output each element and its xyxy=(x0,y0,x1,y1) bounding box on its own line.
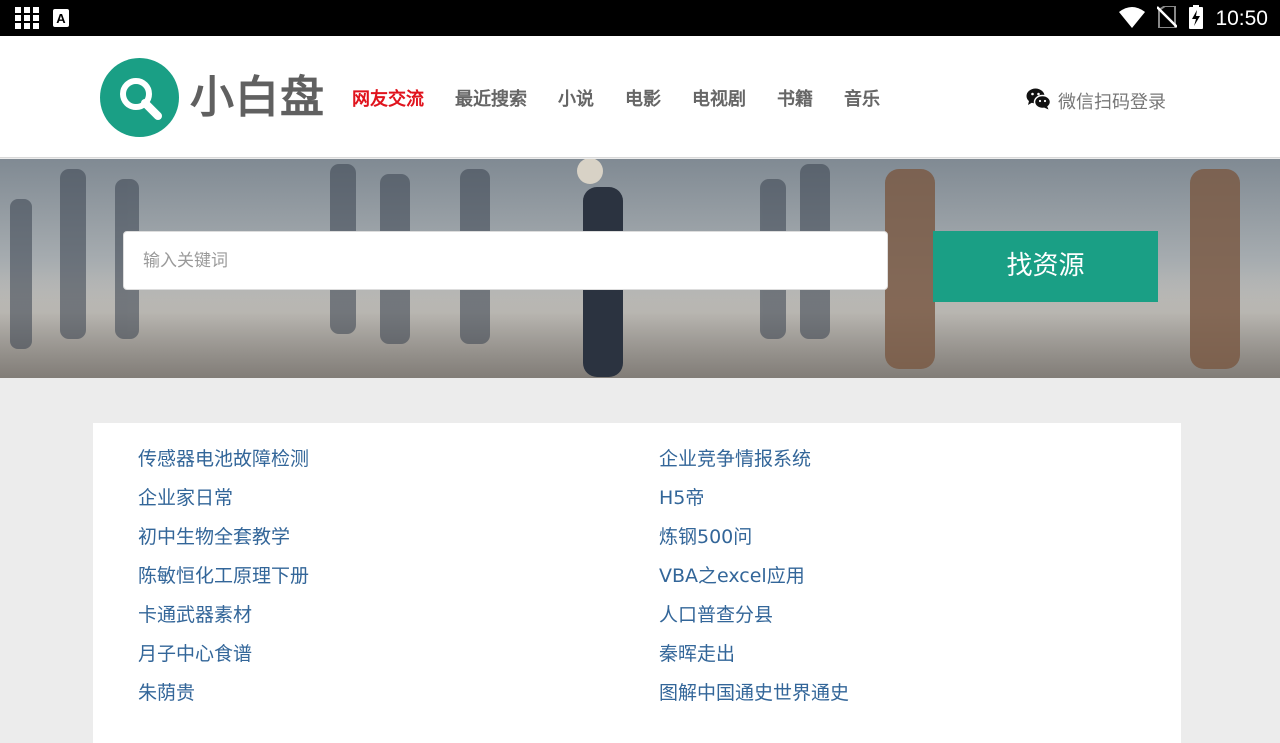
wifi-icon xyxy=(1119,6,1146,32)
logo-text[interactable]: 小白盘 xyxy=(190,72,325,124)
a-box-icon: A xyxy=(53,9,69,31)
nav-item-tv-series[interactable]: 电视剧 xyxy=(692,88,746,112)
nav-item-novels[interactable]: 小说 xyxy=(558,88,594,112)
clock: 10:50 xyxy=(1215,7,1268,30)
list-item[interactable]: 卡通武器素材 xyxy=(138,603,309,642)
keyword-column-left: 传感器电池故障检测 企业家日常 初中生物全套教学 陈敏恒化工原理下册 卡通武器素… xyxy=(138,447,309,720)
wechat-icon xyxy=(1026,88,1052,117)
logo[interactable] xyxy=(100,58,179,137)
main-nav: 网友交流 最近搜索 小说 电影 电视剧 书籍 音乐 xyxy=(352,88,911,112)
list-item[interactable]: 炼钢500问 xyxy=(659,525,849,564)
no-sim-icon xyxy=(1156,5,1179,32)
hero-banner: 找资源 xyxy=(0,159,1280,378)
search-input[interactable] xyxy=(123,231,888,290)
list-item[interactable]: 初中生物全套教学 xyxy=(138,525,309,564)
list-item[interactable]: 企业家日常 xyxy=(138,486,309,525)
list-item[interactable]: 陈敏恒化工原理下册 xyxy=(138,564,309,603)
list-item[interactable]: 传感器电池故障检测 xyxy=(138,447,309,486)
search-button[interactable]: 找资源 xyxy=(933,231,1158,302)
list-item[interactable]: 企业竞争情报系统 xyxy=(659,447,849,486)
list-item[interactable]: 朱荫贵 xyxy=(138,681,309,720)
apps-grid-icon xyxy=(15,7,39,33)
nav-item-recent-searches[interactable]: 最近搜索 xyxy=(455,88,527,112)
nav-item-forum[interactable]: 网友交流 xyxy=(352,88,424,112)
list-item[interactable]: 人口普查分县 xyxy=(659,603,849,642)
list-item[interactable]: 秦晖走出 xyxy=(659,642,849,681)
list-item[interactable]: H5帝 xyxy=(659,486,849,525)
keyword-list-card: 传感器电池故障检测 企业家日常 初中生物全套教学 陈敏恒化工原理下册 卡通武器素… xyxy=(93,423,1181,743)
keyword-column-right: 企业竞争情报系统 H5帝 炼钢500问 VBA之excel应用 人口普查分县 秦… xyxy=(659,447,849,720)
nav-item-movies[interactable]: 电影 xyxy=(625,88,661,112)
wechat-login-link[interactable]: 微信扫码登录 xyxy=(1026,88,1166,117)
list-item[interactable]: 图解中国通史世界通史 xyxy=(659,681,849,720)
svg-text:A: A xyxy=(56,11,66,26)
battery-charging-icon xyxy=(1189,5,1204,33)
nav-item-music[interactable]: 音乐 xyxy=(844,88,880,112)
wechat-login-label: 微信扫码登录 xyxy=(1058,91,1166,113)
status-bar: A 10:50 xyxy=(0,0,1280,36)
nav-item-books[interactable]: 书籍 xyxy=(777,88,813,112)
search-logo-icon xyxy=(120,78,162,120)
list-item[interactable]: 月子中心食谱 xyxy=(138,642,309,681)
list-item[interactable]: VBA之excel应用 xyxy=(659,564,849,603)
site-header: 小白盘 网友交流 最近搜索 小说 电影 电视剧 书籍 音乐 微信扫码登录 xyxy=(0,36,1280,158)
